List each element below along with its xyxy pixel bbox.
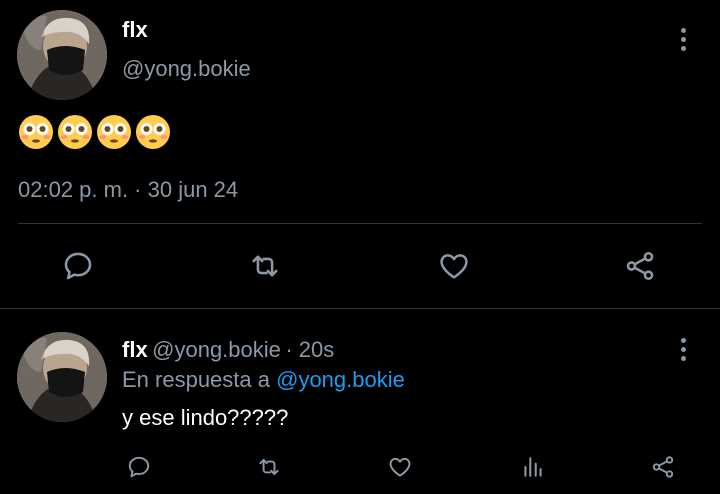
reply-author-handle[interactable]: @yong.bokie: [152, 337, 281, 362]
tweet-author-handle[interactable]: @yong.bokie: [122, 56, 251, 82]
in-reply-to-handle-link[interactable]: @yong.bokie: [276, 367, 405, 392]
reply-more-options-button[interactable]: [671, 334, 695, 364]
in-reply-to-prefix: En respuesta a: [122, 367, 270, 392]
kebab-dot: [680, 45, 686, 51]
tweet-content: [18, 114, 171, 150]
tweet-author-name[interactable]: flx: [122, 17, 148, 43]
reply-reply-button[interactable]: [124, 452, 154, 482]
author-avatar[interactable]: [17, 10, 107, 100]
reply-author-avatar[interactable]: [17, 332, 107, 422]
flushed-face-emoji-icon: [97, 115, 131, 149]
tweet-more-options-button[interactable]: [671, 24, 695, 54]
divider: [18, 223, 702, 224]
reply-views-button[interactable]: [518, 452, 548, 482]
retweet-icon: [259, 458, 279, 476]
in-reply-to: En respuesta a @yong.bokie: [122, 367, 405, 393]
share-icon: [652, 456, 674, 478]
reply-author-name[interactable]: flx: [122, 337, 148, 362]
flushed-face-emoji-icon: [136, 115, 170, 149]
avatar-photo: [17, 10, 107, 100]
tweet-timestamp[interactable]: 02:02 p. m. · 30 jun 24: [18, 177, 238, 203]
kebab-dot: [680, 27, 686, 33]
kebab-dot: [680, 337, 686, 343]
tweet-reply-button[interactable]: [58, 246, 98, 286]
tweet-like-button[interactable]: [434, 246, 474, 286]
reply-icon: [128, 456, 150, 478]
share-icon: [626, 251, 654, 281]
kebab-dot: [680, 355, 686, 361]
views-icon: [524, 457, 542, 477]
divider: [0, 308, 720, 309]
reply-share-button[interactable]: [648, 452, 678, 482]
reply-retweet-button[interactable]: [254, 452, 284, 482]
flushed-face-emoji-icon: [19, 115, 53, 149]
tweet-share-button[interactable]: [620, 246, 660, 286]
tweet-content-text: 😳😳😳😳: [0, 0, 1, 1]
kebab-dot: [680, 346, 686, 352]
retweet-icon: [252, 255, 278, 277]
kebab-dot: [680, 36, 686, 42]
avatar-photo: [17, 332, 107, 422]
reply-icon: [64, 252, 92, 280]
reply-like-button[interactable]: [385, 452, 415, 482]
flushed-face-emoji-icon: [58, 115, 92, 149]
reply-header: flx @yong.bokie · 20s: [122, 337, 334, 363]
like-icon: [389, 457, 411, 477]
reply-text: y ese lindo?????: [122, 405, 289, 430]
like-icon: [440, 254, 468, 279]
tweet-retweet-button[interactable]: [245, 246, 285, 286]
reply-time-ago[interactable]: · 20s: [285, 337, 334, 362]
